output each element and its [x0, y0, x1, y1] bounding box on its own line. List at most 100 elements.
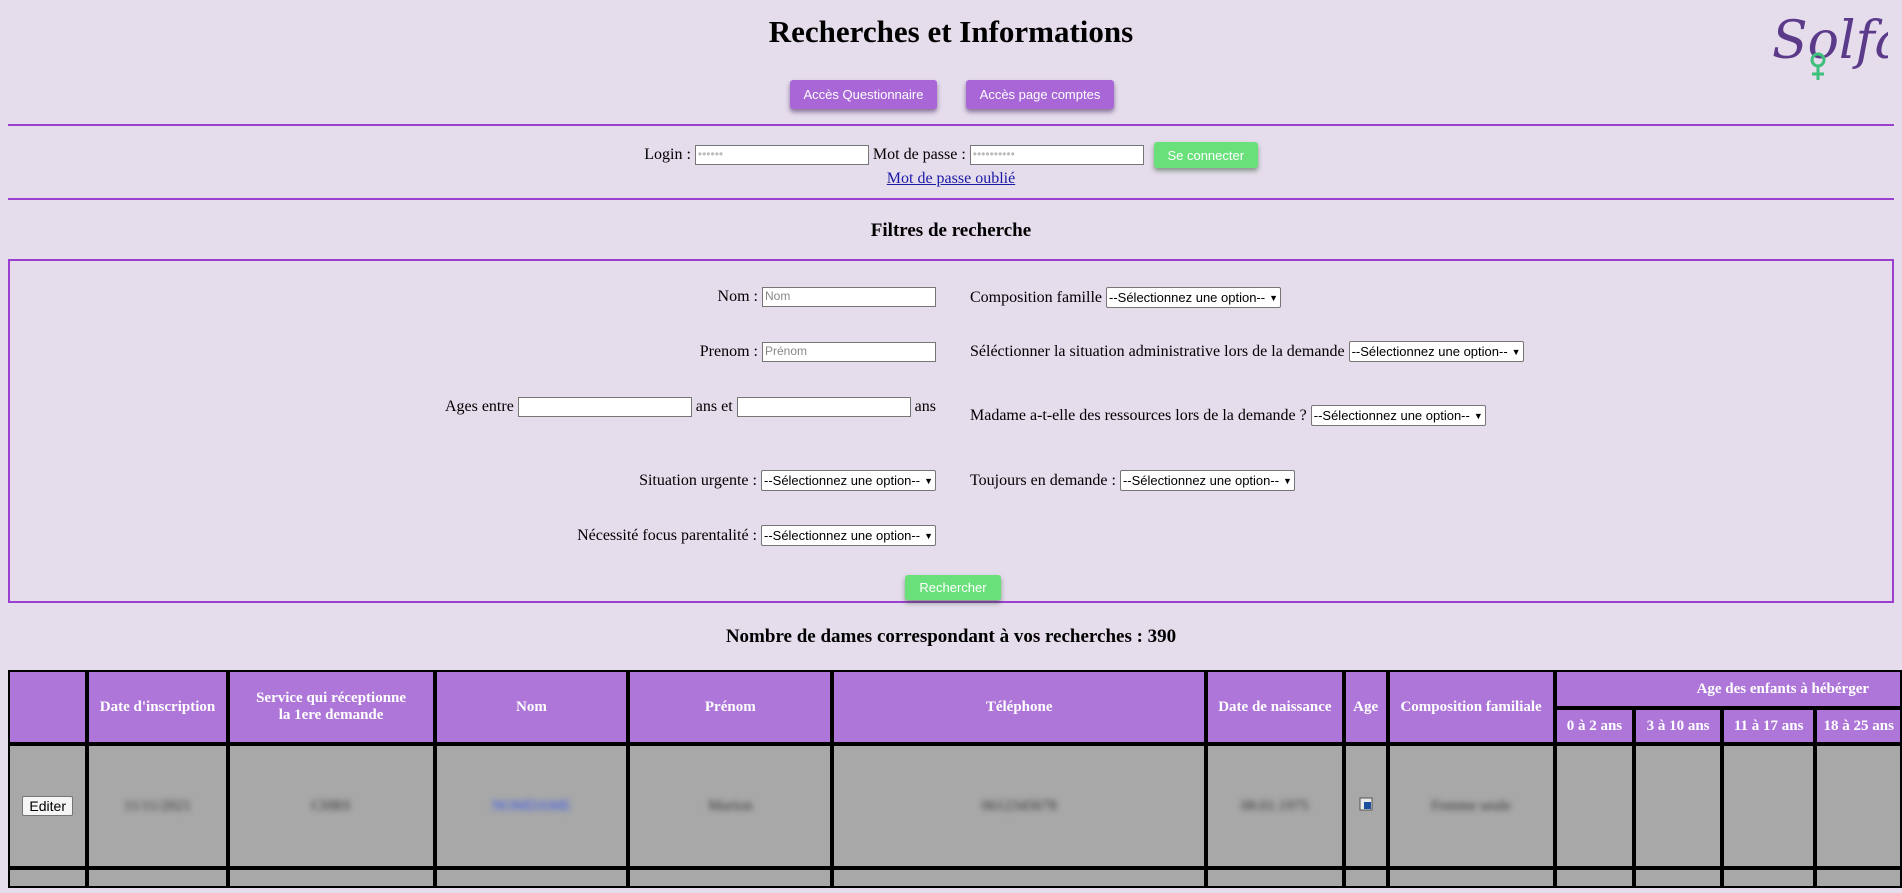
focus-select[interactable]: --Sélectionnez une option-- ▼	[760, 525, 936, 546]
cell-empty	[832, 868, 1207, 888]
composition-filter-row: Composition famille --Sélectionnez une o…	[970, 287, 1282, 308]
service-header-line1: Service qui réceptionne	[256, 690, 407, 706]
login-input[interactable]: ••••••	[694, 145, 869, 165]
ressources-select[interactable]: --Sélectionnez une option-- ▼	[1310, 405, 1486, 426]
login-row: Login : •••••• Mot de passe : ••••••••••…	[0, 142, 1902, 168]
edit-cell: Editer	[8, 744, 88, 868]
prenom-filter-row: Prenom : Prénom	[10, 342, 936, 362]
prenom-placeholder: Prénom	[765, 344, 808, 358]
solfa-logo: Solfa	[1772, 11, 1888, 80]
urgent-select[interactable]: --Sélectionnez une option-- ▼	[760, 470, 936, 491]
nom-placeholder: Nom	[765, 289, 791, 303]
age-min-input[interactable]	[517, 397, 692, 417]
cell-empty	[1634, 868, 1722, 888]
table-header-service: Service qui réceptionne la 1ere demande	[227, 670, 435, 744]
login-label: Login :	[644, 146, 691, 163]
ages-and-label: ans et	[695, 398, 733, 415]
connect-button[interactable]: Se connecter	[1153, 142, 1258, 168]
results-count: Nombre de dames correspondant à vos rech…	[725, 626, 1177, 647]
ressources-filter-row: Madame a-t-elle des ressources lors de l…	[970, 405, 1486, 426]
admin-select[interactable]: --Sélectionnez une option-- ▼	[1348, 341, 1524, 362]
ages-label: Ages entre	[444, 398, 514, 415]
composition-select[interactable]: --Sélectionnez une option-- ▼	[1106, 287, 1282, 308]
password-label: Mot de passe :	[872, 146, 966, 163]
admin-label: Séléctionner la situation administrative…	[970, 342, 1345, 360]
cell-18-25	[1815, 744, 1902, 868]
table-header-composition: Composition familiale	[1387, 670, 1555, 744]
chevron-down-icon: ▼	[1283, 475, 1292, 486]
cell-empty	[8, 868, 88, 888]
nom-filter-row: Nom : Nom	[10, 287, 936, 307]
cell-11-17	[1721, 744, 1816, 868]
table-row: Editer 11/11/2021 CHRS NOMDAME Marion 06…	[8, 744, 1902, 868]
cell-empty	[1387, 868, 1555, 888]
cell-empty	[87, 868, 228, 888]
table-header-age: Age	[1343, 670, 1388, 744]
cell-empty	[1343, 868, 1388, 888]
select-value: --Sélectionnez une option--	[763, 528, 921, 543]
table-header-date-inscription: Date d'inscription	[87, 670, 228, 744]
results-table: Date d'inscription Service qui réception…	[8, 670, 1902, 888]
cell-nom: NOMDAME	[434, 744, 629, 868]
focus-label: Nécessité focus parentalité :	[577, 526, 757, 544]
ages-suffix-label: ans	[914, 398, 936, 415]
focus-filter-row: Nécessité focus parentalité : --Sélectio…	[10, 525, 936, 546]
select-value: --Sélectionnez une option--	[1351, 344, 1508, 359]
questionnaire-access-button[interactable]: Accès Questionnaire	[790, 80, 937, 109]
divider	[8, 124, 1894, 126]
logo-text: Solfa	[1772, 11, 1888, 71]
chevron-down-icon: ▼	[1511, 346, 1521, 357]
cell-empty	[1206, 868, 1344, 888]
nom-input[interactable]: Nom	[762, 287, 936, 307]
password-input[interactable]: ••••••••••	[969, 145, 1144, 165]
cell-empty	[628, 868, 833, 888]
cell-service: CHRS	[227, 744, 435, 868]
ages-filter-row: Ages entre ans et ans	[10, 397, 936, 417]
cell-telephone: 0612345678	[832, 744, 1207, 868]
demande-filter-row: Toujours en demande : --Sélectionnez une…	[970, 470, 1295, 491]
demande-select[interactable]: --Sélectionnez une option-- ▼	[1119, 470, 1295, 491]
ressources-label: Madame a-t-elle des ressources lors de l…	[970, 406, 1307, 424]
prenom-input[interactable]: Prénom	[762, 342, 936, 362]
cell-0-2	[1554, 744, 1635, 868]
composition-label: Composition famille	[970, 288, 1102, 306]
table-header-18-25: 18 à 25 ans	[1815, 708, 1902, 744]
select-value: --Sélectionnez une option--	[1109, 290, 1266, 305]
prenom-value: Marion	[708, 797, 753, 814]
edit-button[interactable]: Editer	[22, 796, 73, 816]
cell-empty	[1815, 868, 1902, 888]
table-header-prenom: Prénom	[628, 670, 833, 744]
age-max-input[interactable]	[736, 397, 911, 417]
chevron-down-icon: ▼	[924, 530, 933, 541]
chevron-down-icon: ▼	[1269, 292, 1279, 303]
cell-empty	[434, 868, 629, 888]
telephone-value: 0612345678	[981, 797, 1057, 814]
urgent-filter-row: Situation urgente : --Sélectionnez une o…	[10, 470, 936, 491]
accounts-page-button[interactable]: Accès page comptes	[966, 80, 1114, 109]
table-header-telephone: Téléphone	[832, 670, 1207, 744]
cell-date-inscription: 11/11/2021	[87, 744, 228, 868]
table-header-enfants: Age des enfants à hébérger	[1554, 670, 1902, 708]
forgot-password-link[interactable]: Mot de passe oublié	[0, 170, 1902, 188]
filters-panel: Nom : Nom Prenom : Prénom Ages entre ans…	[8, 259, 1894, 603]
chevron-down-icon: ▼	[924, 475, 933, 486]
date-naissance-value: 08.01.1975	[1241, 797, 1309, 814]
cell-age	[1343, 744, 1388, 868]
cell-3-10	[1634, 744, 1722, 868]
nom-link[interactable]: NOMDAME	[492, 798, 571, 814]
cell-empty	[227, 868, 435, 888]
nom-label: Nom :	[717, 288, 758, 305]
divider	[8, 198, 1894, 200]
composition-value: Femme seule	[1431, 797, 1511, 814]
service-header-line2: la 1ere demande	[278, 707, 384, 723]
urgent-label: Situation urgente :	[639, 471, 757, 489]
admin-filter-row: Séléctionner la situation administrative…	[970, 341, 1524, 362]
table-header-3-10: 3 à 10 ans	[1634, 708, 1722, 744]
search-button[interactable]: Rechercher	[905, 575, 1001, 600]
cell-empty	[1721, 868, 1816, 888]
table-row	[8, 868, 1902, 888]
cell-composition: Femme seule	[1387, 744, 1555, 868]
page-title: Recherches et Informations	[768, 14, 1134, 49]
demande-label: Toujours en demande :	[970, 471, 1116, 489]
chevron-down-icon: ▼	[1473, 410, 1483, 421]
